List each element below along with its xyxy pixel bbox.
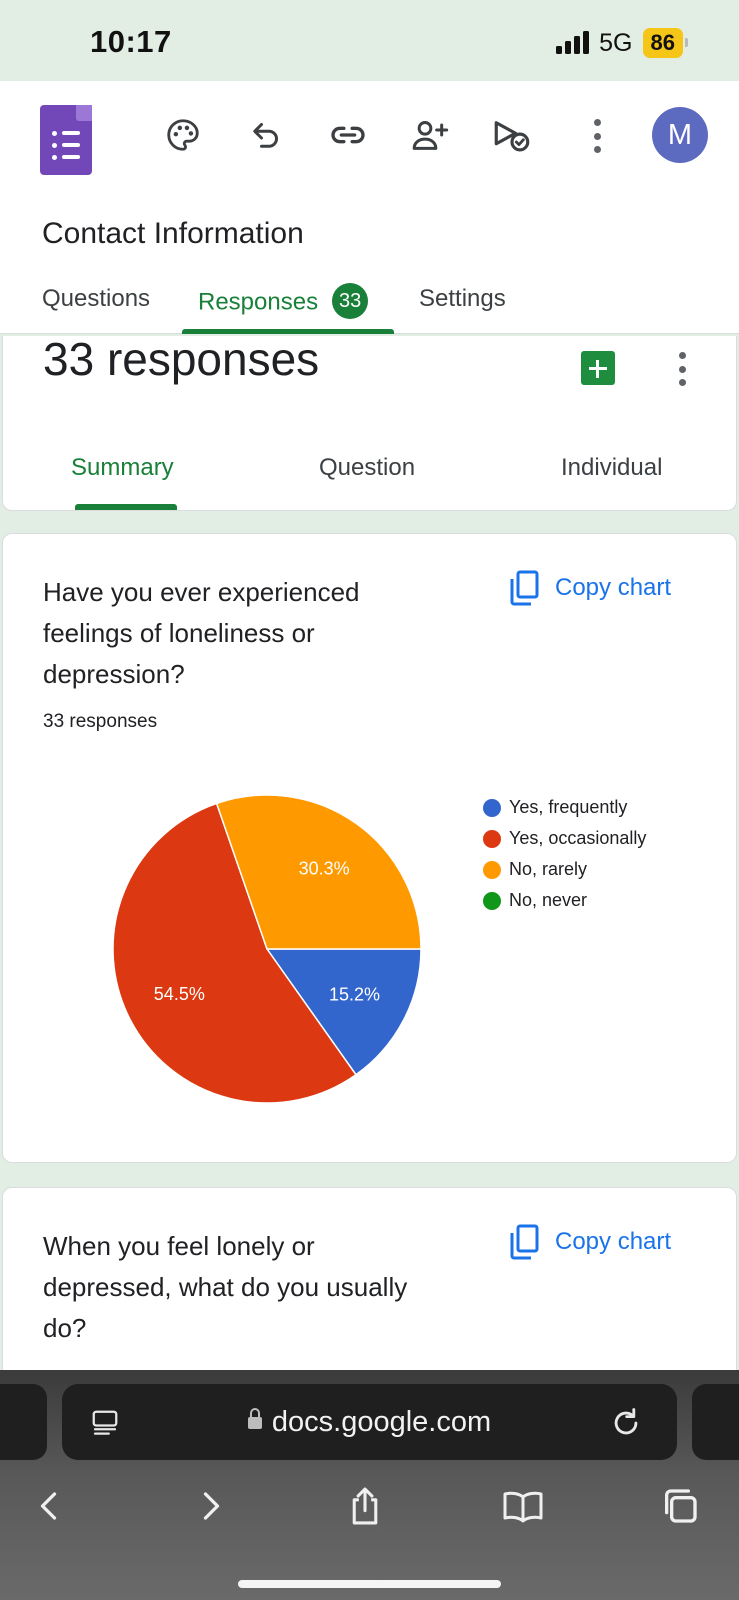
address-bar[interactable]: docs.google.com xyxy=(62,1384,677,1460)
palette-icon[interactable] xyxy=(161,113,205,157)
pie-slice-label-2: 54.5% xyxy=(154,984,205,1004)
pie-slice-label-1: 15.2% xyxy=(329,984,380,1004)
preview-icon[interactable] xyxy=(490,113,534,157)
share-icon[interactable] xyxy=(341,1482,389,1530)
legend-swatch xyxy=(483,798,501,817)
account-avatar[interactable]: M xyxy=(652,107,708,163)
reload-icon[interactable] xyxy=(609,1406,643,1445)
question-summary-card: Have you ever experienced feelings of lo… xyxy=(2,533,737,1163)
url-text: docs.google.com xyxy=(271,1406,492,1438)
browser-toolbar: docs.google.com xyxy=(0,1370,739,1600)
responses-count-badge: 33 xyxy=(332,283,369,319)
cellular-signal-icon xyxy=(556,31,590,54)
legend-swatch xyxy=(483,860,501,879)
question-response-count: 33 responses xyxy=(43,711,158,732)
legend-item: No, rarely xyxy=(483,854,646,885)
legend-label: Yes, frequently xyxy=(509,797,628,817)
forward-icon[interactable] xyxy=(186,1482,234,1530)
form-title: Contact Information xyxy=(42,217,304,250)
responses-summary-card: 33 responses Summary Question Individual xyxy=(2,333,737,511)
copy-chart-label: Copy chart xyxy=(555,574,672,601)
tab-responses-label: Responses xyxy=(198,288,319,316)
legend-item: Yes, occasionally xyxy=(483,823,646,854)
legend-swatch xyxy=(483,829,501,848)
next-tab-preview[interactable] xyxy=(692,1384,739,1460)
response-count-heading: 33 responses xyxy=(43,333,320,385)
more-vert-icon[interactable] xyxy=(593,119,601,153)
copy-chart-button[interactable]: Copy chart xyxy=(509,570,671,606)
pie-slice-label-3: 30.3% xyxy=(299,859,350,879)
add-collaborator-icon[interactable] xyxy=(408,113,452,157)
question-title: Have you ever experienced feelings of lo… xyxy=(43,577,360,689)
bookmarks-icon[interactable] xyxy=(499,1482,547,1530)
more-vert-icon[interactable] xyxy=(678,352,686,386)
battery-indicator: 86 xyxy=(642,28,689,58)
legend-label: Yes, occasionally xyxy=(509,828,647,848)
copy-icon xyxy=(510,570,539,606)
subtab-summary[interactable]: Summary xyxy=(71,454,174,482)
tab-questions[interactable]: Questions xyxy=(42,285,150,313)
forms-app-header: M Contact Information Questions Response… xyxy=(0,81,739,334)
legend-item: No, never xyxy=(483,885,646,916)
lock-icon xyxy=(247,1408,262,1429)
copy-icon xyxy=(510,1224,539,1260)
status-bar: 10:17 5G 86 xyxy=(0,0,739,81)
pie-chart: 15.2% 54.5% 30.3% xyxy=(112,794,422,1104)
previous-tab-preview[interactable] xyxy=(0,1384,47,1460)
network-type: 5G xyxy=(599,28,633,57)
legend-label: No, rarely xyxy=(509,859,588,879)
tabs-icon[interactable] xyxy=(656,1482,704,1530)
subtab-question[interactable]: Question xyxy=(319,454,415,482)
question-title-2: When you feel lonely or depressed, what … xyxy=(43,1231,408,1343)
home-indicator xyxy=(238,1580,501,1588)
copy-chart-button-2[interactable]: Copy chart xyxy=(509,1224,671,1260)
legend-label: No, never xyxy=(509,890,588,910)
chart-legend: Yes, frequently Yes, occasionally No, rare… xyxy=(483,792,646,916)
undo-icon[interactable] xyxy=(244,113,288,157)
legend-item: Yes, frequently xyxy=(483,792,646,823)
back-icon[interactable] xyxy=(26,1482,74,1530)
tab-responses[interactable]: Responses 33 xyxy=(198,283,369,321)
link-to-sheets-icon[interactable] xyxy=(581,351,615,385)
link-icon[interactable] xyxy=(326,113,370,157)
legend-swatch xyxy=(483,891,501,910)
google-forms-logo[interactable] xyxy=(40,105,92,175)
copy-chart-label: Copy chart xyxy=(555,1228,672,1255)
active-subtab-indicator xyxy=(75,504,177,510)
tab-settings[interactable]: Settings xyxy=(419,285,506,313)
status-time: 10:17 xyxy=(90,24,172,59)
subtab-individual[interactable]: Individual xyxy=(561,454,662,482)
form-tabs: Questions Responses 33 Settings xyxy=(0,277,739,334)
